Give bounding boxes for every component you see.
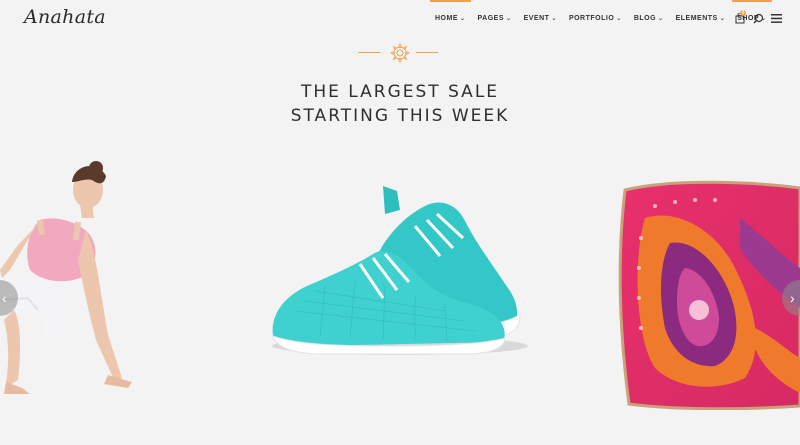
mandala-ornament-icon [389,42,411,64]
yoga-woman-image [0,161,132,394]
chevron-left-icon: ‹ [2,290,7,306]
main-nav: HOME ⌄ PAGES ⌄ EVENT ⌄ PORTFOLIO ⌄ BLOG ⌄ ELE… [430,0,774,36]
hero-headline: THE LARGEST SALE STARTING THIS WEEK [200,80,600,128]
search-icon[interactable] [750,10,766,26]
nav-blog[interactable]: BLOG ⌄ [629,0,669,36]
chevron-down-icon: ⌄ [616,15,622,22]
nav-pages[interactable]: PAGES ⌄ [473,0,517,36]
cart-count-badge: 0 [740,10,746,16]
nav-portfolio[interactable]: PORTFOLIO ⌄ [564,0,627,36]
chevron-right-icon: › [790,290,795,306]
nav-blog-label: BLOG [633,14,657,22]
nav-home-label: HOME [435,14,458,22]
nav-pages-label: PAGES [477,14,505,22]
chevron-down-icon: ⌄ [460,15,466,22]
headline-line-1: THE LARGEST SALE [300,82,500,102]
nav-home[interactable]: HOME ⌄ [430,0,471,36]
sneakers-image [272,186,528,355]
nav-elements-label: ELEMENTS [675,14,718,22]
cart-icon[interactable]: 0 [732,10,748,26]
chevron-down-icon: ⌄ [658,15,664,22]
nav-event-label: EVENT [523,14,550,22]
logo[interactable]: Anahata [24,6,106,28]
ornament-line-right [416,52,438,53]
chevron-down-icon: ⌄ [551,15,557,22]
paisley-pillow-image [618,180,800,410]
menu-icon[interactable] [768,10,784,26]
ornament-line-left [358,52,380,53]
headline-line-2: STARTING THIS WEEK [290,106,510,126]
chevron-down-icon: ⌄ [506,15,512,22]
nav-portfolio-label: PORTFOLIO [568,14,615,22]
nav-elements[interactable]: ELEMENTS ⌄ [671,0,731,36]
nav-event[interactable]: EVENT ⌄ [519,0,562,36]
header-icons: 0 [732,10,786,26]
site-header: Anahata HOME ⌄ PAGES ⌄ EVENT ⌄ PORTFOLIO ⌄ B… [0,0,800,36]
chevron-down-icon: ⌄ [719,15,726,22]
